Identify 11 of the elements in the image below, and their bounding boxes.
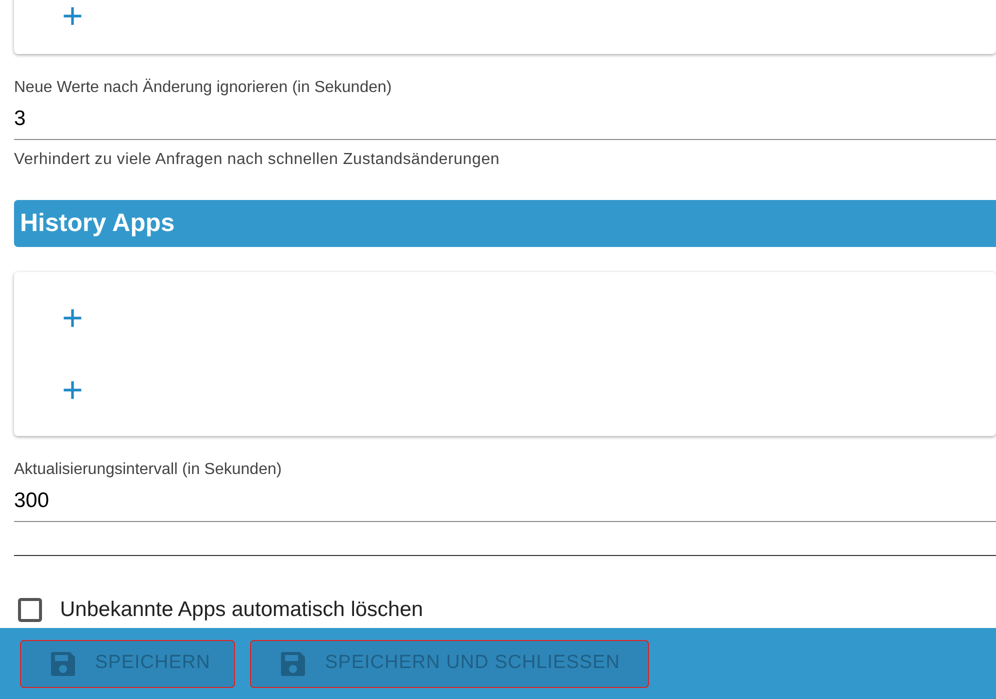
helper-text: Verhindert zu viele Anfragen nach schnellen Zustandsänderungen: [14, 150, 501, 170]
input-field[interactable]: 300: [14, 480, 996, 522]
add-button[interactable]: +: [62, 0, 84, 34]
checkbox-label: Unbekannte Apps automatisch löschen: [60, 597, 424, 623]
input-field[interactable]: 3: [14, 98, 996, 140]
field-label: Aktualisierungsintervall (in Sekunden): [14, 460, 283, 480]
add-button[interactable]: +: [62, 300, 84, 336]
section-header: History Apps: [14, 200, 996, 247]
checkbox[interactable]: [18, 598, 42, 622]
field-label: Neue Werte nach Änderung ignorieren (in Sekunden): [14, 78, 393, 98]
add-button[interactable]: +: [62, 372, 84, 408]
